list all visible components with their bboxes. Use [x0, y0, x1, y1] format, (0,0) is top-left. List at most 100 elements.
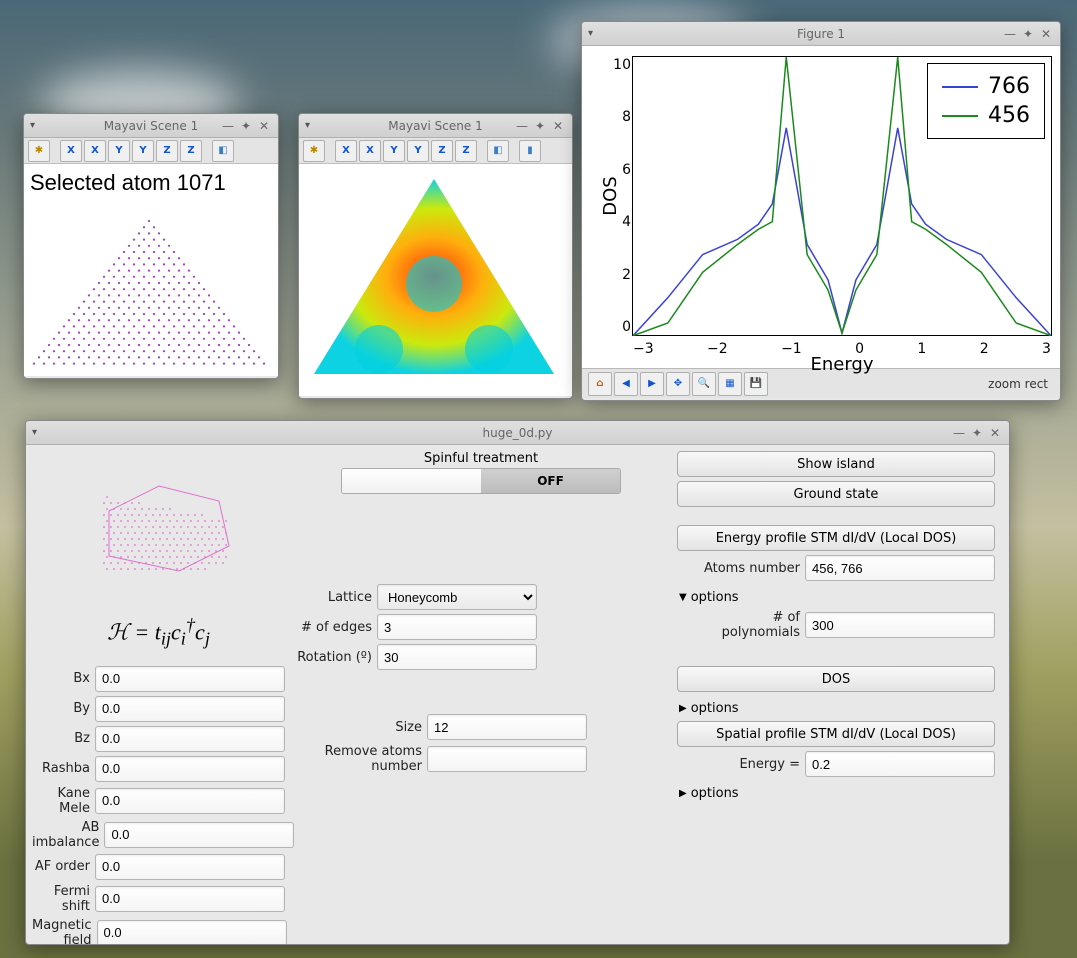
axes-icon[interactable]: ✱ — [28, 140, 50, 162]
dos-button[interactable]: DOS — [677, 666, 995, 692]
energy-input[interactable] — [805, 751, 995, 777]
options-expander-1[interactable]: ▼options — [677, 585, 995, 610]
atoms-number-input[interactable] — [805, 555, 995, 581]
save-icon[interactable]: 💾 — [744, 372, 768, 396]
view-y-plus-icon[interactable]: Y — [108, 140, 130, 162]
axes-icon[interactable]: ✱ — [303, 140, 325, 162]
lattice-select[interactable]: Honeycomb — [377, 584, 537, 610]
field-input-8[interactable] — [97, 920, 287, 945]
parallel-icon[interactable]: ▮ — [519, 140, 541, 162]
ground-state-button[interactable]: Ground state — [677, 481, 995, 507]
mayavi-canvas-1[interactable]: Selected atom 1071 — [24, 164, 278, 376]
window-menu-icon[interactable]: ▾ — [32, 427, 37, 438]
titlebar[interactable]: ▾ Figure 1 — ✦ ✕ — [582, 22, 1060, 46]
energy-profile-button[interactable]: Energy profile STM dI/dV (Local DOS) — [677, 525, 995, 551]
toggle-on-side[interactable] — [342, 469, 481, 493]
chart-xticks: −3−2−10123 — [633, 341, 1051, 357]
edges-label: # of edges — [297, 620, 377, 635]
field-input-7[interactable] — [95, 886, 285, 912]
field-input-5[interactable] — [104, 822, 294, 848]
field-input-4[interactable] — [95, 788, 285, 814]
home-icon[interactable]: ⌂ — [588, 372, 612, 396]
remove-atoms-input[interactable] — [427, 746, 587, 772]
window-title: Mayavi Scene 1 — [104, 119, 198, 133]
mayavi-scene-window-1: ▾ Mayavi Scene 1 — ✦ ✕ ✱ X X Y Y Z Z ◧ S… — [23, 113, 279, 379]
figure-canvas[interactable]: DOS Energy 1086420 −3−2−10123 766 456 — [582, 46, 1060, 368]
remove-atoms-label: Remove atoms number — [297, 744, 427, 774]
view-y-minus-icon[interactable]: Y — [407, 140, 429, 162]
toggle-off-side[interactable]: OFF — [481, 469, 620, 493]
mayavi-toolbar: ✱ X X Y Y Z Z ◧ — [24, 138, 278, 164]
maximize-icon[interactable]: ✦ — [969, 426, 985, 440]
minimize-icon[interactable]: — — [514, 119, 530, 133]
size-input[interactable] — [427, 714, 587, 740]
maximize-icon[interactable]: ✦ — [532, 119, 548, 133]
subplots-icon[interactable]: ▦ — [718, 372, 742, 396]
pan-icon[interactable]: ✥ — [666, 372, 690, 396]
titlebar[interactable]: ▾ Mayavi Scene 1 — ✦ ✕ — [299, 114, 572, 138]
colored-triangle-icon — [299, 164, 569, 394]
view-z-minus-icon[interactable]: Z — [455, 140, 477, 162]
window-menu-icon[interactable]: ▾ — [305, 120, 310, 131]
forward-icon[interactable]: ▶ — [640, 372, 664, 396]
rotation-input[interactable] — [377, 644, 537, 670]
polynomials-label: # of polynomials — [701, 610, 805, 640]
view-y-minus-icon[interactable]: Y — [132, 140, 154, 162]
chevron-right-icon: ▶ — [679, 703, 687, 714]
titlebar[interactable]: ▾ huge_0d.py — ✦ ✕ — [26, 421, 1009, 445]
field-input-1[interactable] — [95, 696, 285, 722]
isometric-icon[interactable]: ◧ — [487, 140, 509, 162]
close-icon[interactable]: ✕ — [1038, 27, 1054, 41]
field-input-2[interactable] — [95, 726, 285, 752]
view-x-minus-icon[interactable]: X — [84, 140, 106, 162]
field-label-5: AB imbalance — [32, 820, 104, 850]
options-expander-3[interactable]: ▶options — [677, 781, 995, 806]
view-z-plus-icon[interactable]: Z — [156, 140, 178, 162]
options-expander-2[interactable]: ▶options — [677, 696, 995, 721]
close-icon[interactable]: ✕ — [550, 119, 566, 133]
chart-yticks: 1086420 — [603, 57, 631, 335]
polynomials-input[interactable] — [805, 612, 995, 638]
close-icon[interactable]: ✕ — [987, 426, 1003, 440]
triangle-lattice-icon — [24, 176, 274, 376]
control-body: ℋ = tijci†cj BxByBzRashbaKane MeleAB imb… — [26, 445, 1009, 945]
minimize-icon[interactable]: — — [1002, 27, 1018, 41]
back-icon[interactable]: ◀ — [614, 372, 638, 396]
view-x-plus-icon[interactable]: X — [60, 140, 82, 162]
lattice-label: Lattice — [297, 590, 377, 605]
view-z-plus-icon[interactable]: Z — [431, 140, 453, 162]
edges-input[interactable] — [377, 614, 537, 640]
field-label-2: Bz — [32, 731, 95, 746]
mayavi-canvas-2[interactable] — [299, 164, 572, 396]
field-label-4: Kane Mele — [32, 786, 95, 816]
window-title: huge_0d.py — [483, 426, 553, 440]
view-x-minus-icon[interactable]: X — [359, 140, 381, 162]
zoom-icon[interactable]: 🔍 — [692, 372, 716, 396]
titlebar[interactable]: ▾ Mayavi Scene 1 — ✦ ✕ — [24, 114, 278, 138]
close-icon[interactable]: ✕ — [256, 119, 272, 133]
spatial-profile-button[interactable]: Spatial profile STM dI/dV (Local DOS) — [677, 721, 995, 747]
field-input-0[interactable] — [95, 666, 285, 692]
mayavi-toolbar: ✱ X X Y Y Z Z ◧ ▮ — [299, 138, 572, 164]
lattice-preview — [59, 451, 259, 601]
isometric-icon[interactable]: ◧ — [212, 140, 234, 162]
view-x-plus-icon[interactable]: X — [335, 140, 357, 162]
field-input-6[interactable] — [95, 854, 285, 880]
view-z-minus-icon[interactable]: Z — [180, 140, 202, 162]
rotation-label: Rotation (º) — [297, 650, 377, 665]
energy-label: Energy = — [677, 757, 805, 772]
window-menu-icon[interactable]: ▾ — [30, 120, 35, 131]
maximize-icon[interactable]: ✦ — [1020, 27, 1036, 41]
atoms-number-label: Atoms number — [677, 561, 805, 576]
size-label: Size — [297, 720, 427, 735]
spinful-toggle[interactable]: OFF — [341, 468, 621, 494]
minimize-icon[interactable]: — — [951, 426, 967, 440]
minimize-icon[interactable]: — — [220, 119, 236, 133]
field-label-3: Rashba — [32, 761, 95, 776]
view-y-plus-icon[interactable]: Y — [383, 140, 405, 162]
maximize-icon[interactable]: ✦ — [238, 119, 254, 133]
window-title: Mayavi Scene 1 — [388, 119, 482, 133]
show-island-button[interactable]: Show island — [677, 451, 995, 477]
field-input-3[interactable] — [95, 756, 285, 782]
window-menu-icon[interactable]: ▾ — [588, 28, 593, 39]
